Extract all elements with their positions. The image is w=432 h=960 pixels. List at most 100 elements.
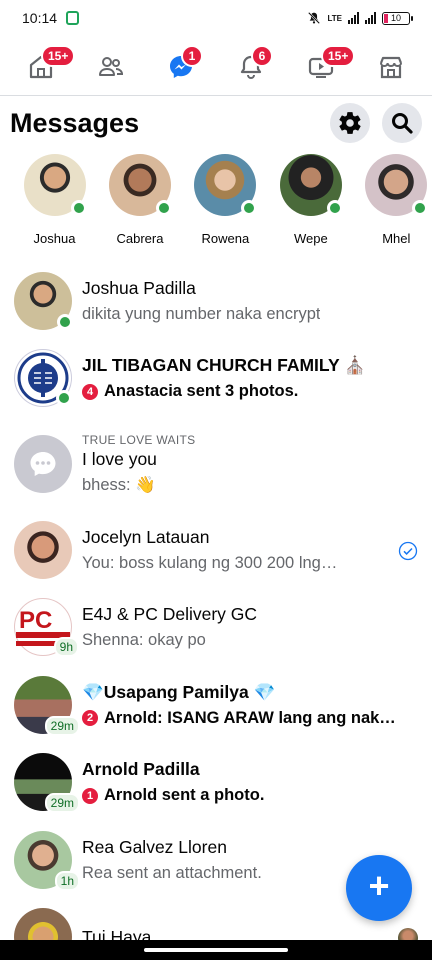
story-name: Mhel bbox=[382, 231, 411, 246]
chat-preview-text: Arnold: ISANG ARAW lang ang nak… bbox=[104, 708, 396, 727]
signal-icon bbox=[348, 12, 359, 24]
story-name: Rowena bbox=[201, 231, 250, 246]
chat-bubble-icon bbox=[30, 452, 56, 476]
chat-row[interactable]: 29m Arnold Padilla 1 Arnold sent a photo. bbox=[0, 744, 432, 822]
network-label: LTE bbox=[327, 13, 342, 23]
chat-preview: You: boss kulang ng 300 200 lng… bbox=[82, 554, 402, 573]
active-stories-row: Joshua Cabrera Rowena Wepe Mhel S bbox=[0, 152, 432, 252]
battery-level: 10 bbox=[390, 13, 401, 23]
bell-off-icon bbox=[308, 11, 321, 25]
nav-watch[interactable]: 15+ bbox=[297, 43, 356, 91]
nav-notifications-badge: 6 bbox=[251, 44, 273, 67]
nav-messenger-badge: 1 bbox=[181, 44, 203, 67]
chat-row[interactable]: 29m 💎Usapang Pamilya 💎 2 Arnold: ISANG AR… bbox=[0, 666, 432, 744]
active-time-badge: 29m bbox=[44, 715, 80, 736]
story-item[interactable]: Rowena bbox=[185, 152, 266, 246]
online-indicator bbox=[241, 200, 258, 216]
chat-title: 💎Usapang Pamilya 💎 bbox=[82, 681, 276, 702]
page-title: Messages bbox=[10, 107, 140, 138]
avatar: 1h bbox=[14, 830, 80, 891]
chat-row[interactable]: Jocelyn Latauan You: boss kulang ng 300 … bbox=[0, 511, 432, 589]
chat-preview: 2 Arnold: ISANG ARAW lang ang nak… bbox=[82, 709, 402, 728]
status-time: 10:14 bbox=[22, 10, 58, 26]
app-notification-icon bbox=[66, 11, 80, 25]
chat-preview-text: dikita yung number naka encrypt bbox=[82, 304, 321, 323]
chat-title: Jocelyn Latauan bbox=[82, 526, 210, 547]
top-nav-bar: 15+ 1 6 15+ bbox=[0, 38, 432, 96]
story-name: Cabrera bbox=[116, 231, 164, 246]
messages-header: Messages bbox=[10, 100, 422, 146]
unread-count-badge: 2 bbox=[82, 710, 98, 727]
plus-icon: + bbox=[368, 865, 390, 906]
nav-notifications[interactable]: 6 bbox=[227, 43, 275, 91]
nav-friends[interactable] bbox=[87, 43, 135, 91]
new-message-button[interactable]: + bbox=[346, 855, 412, 921]
avatar bbox=[23, 154, 87, 216]
active-time-badge: 9h bbox=[53, 637, 79, 658]
avatar bbox=[14, 435, 72, 493]
status-bar: 10:14 LTE 10 bbox=[0, 0, 432, 36]
home-indicator[interactable] bbox=[144, 948, 288, 952]
settings-button[interactable] bbox=[330, 103, 370, 143]
chat-preview: bhess: 👋 bbox=[82, 476, 402, 495]
avatar bbox=[14, 520, 72, 579]
story-name: Joshua bbox=[33, 231, 76, 246]
chat-preview-text: Arnold sent a photo. bbox=[104, 786, 265, 805]
chat-title: Joshua Padilla bbox=[82, 277, 196, 298]
online-indicator bbox=[57, 313, 73, 330]
chat-group-label: TRUE LOVE WAITS bbox=[82, 433, 196, 447]
avatar bbox=[14, 349, 72, 408]
search-button[interactable] bbox=[382, 103, 422, 143]
sent-check-icon bbox=[398, 541, 418, 561]
signal-icon-2 bbox=[365, 12, 376, 24]
avatar bbox=[279, 154, 343, 216]
unread-count-badge: 1 bbox=[82, 787, 98, 804]
chat-title: Rea Galvez Lloren bbox=[82, 836, 227, 857]
chat-preview-text: Shenna: okay po bbox=[82, 631, 206, 650]
avatar: PC 9h bbox=[14, 598, 79, 658]
avatar bbox=[194, 154, 258, 216]
nav-marketplace[interactable] bbox=[367, 43, 415, 91]
online-indicator bbox=[326, 200, 343, 216]
story-item[interactable]: Mhel bbox=[356, 152, 432, 246]
unread-count-badge: 4 bbox=[82, 383, 98, 400]
chat-title: I love you bbox=[82, 449, 157, 469]
chat-title: E4J & PC Delivery GC bbox=[82, 604, 258, 625]
online-indicator bbox=[155, 200, 172, 216]
chat-title: Arnold Padilla bbox=[82, 759, 200, 780]
chat-preview-text: Anastacia sent 3 photos. bbox=[104, 382, 299, 401]
chat-preview: dikita yung number naka encrypt bbox=[82, 305, 402, 324]
system-gesture-bar bbox=[0, 940, 432, 960]
nav-watch-badge: 15+ bbox=[321, 44, 356, 67]
battery-icon: 10 bbox=[382, 11, 413, 25]
chat-preview-text: You: boss kulang ng 300 200 lng… bbox=[82, 553, 338, 572]
chat-preview: 1 Arnold sent a photo. bbox=[82, 786, 402, 805]
chat-row[interactable]: PC 9h E4J & PC Delivery GC Shenna: okay … bbox=[0, 589, 432, 667]
story-item[interactable]: Wepe bbox=[270, 152, 351, 246]
avatar bbox=[365, 154, 429, 216]
status-icons: LTE 10 bbox=[307, 11, 413, 25]
search-icon bbox=[392, 113, 413, 134]
chat-preview: 4 Anastacia sent 3 photos. bbox=[82, 382, 402, 401]
chat-preview-text: bhess: 👋 bbox=[82, 476, 156, 494]
chat-row[interactable]: JIL TIBAGAN CHURCH FAMILY ⛪ 4 Anastacia s… bbox=[0, 340, 432, 418]
chat-preview-text: Rea sent an attachment. bbox=[82, 863, 262, 882]
avatar: 29m bbox=[14, 753, 80, 814]
nav-home[interactable]: 15+ bbox=[17, 43, 76, 91]
nav-messenger[interactable]: 1 bbox=[157, 43, 205, 91]
friends-icon bbox=[99, 56, 124, 76]
store-icon bbox=[379, 56, 403, 78]
active-time-badge: 29m bbox=[44, 793, 80, 814]
avatar bbox=[14, 271, 73, 330]
chat-preview: Shenna: okay po bbox=[82, 631, 402, 650]
story-name: Wepe bbox=[293, 231, 328, 246]
chat-row[interactable]: TRUE LOVE WAITS I love you bhess: 👋 bbox=[0, 417, 432, 511]
svg-text:PC: PC bbox=[19, 607, 52, 634]
online-indicator bbox=[70, 200, 87, 216]
avatar: 29m bbox=[14, 675, 80, 736]
chat-title: JIL TIBAGAN CHURCH FAMILY ⛪ bbox=[82, 355, 366, 376]
story-item[interactable]: Cabrera bbox=[99, 152, 180, 246]
gear-icon bbox=[339, 112, 361, 134]
chat-row[interactable]: Joshua Padilla dikita yung number naka e… bbox=[0, 262, 432, 340]
story-item[interactable]: Joshua bbox=[14, 152, 95, 246]
